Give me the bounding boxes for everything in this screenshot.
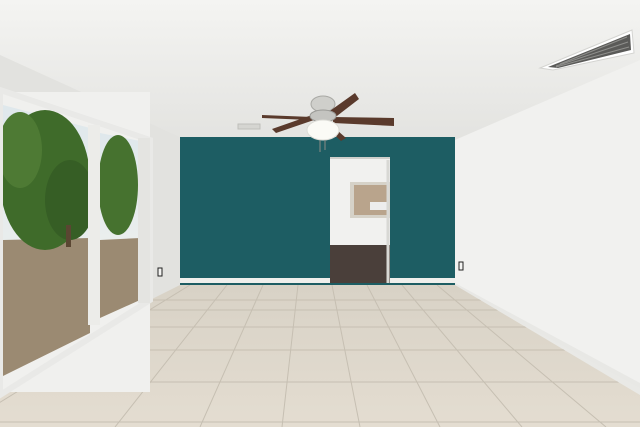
electrical-outlet <box>458 261 464 271</box>
fan-light <box>306 119 340 141</box>
doorway <box>330 157 390 283</box>
electrical-outlet <box>157 267 163 277</box>
accent-wall <box>180 137 455 285</box>
room-scene <box>0 0 640 427</box>
sliding-glass-door <box>0 86 153 399</box>
small-ceiling-vent <box>237 123 261 130</box>
